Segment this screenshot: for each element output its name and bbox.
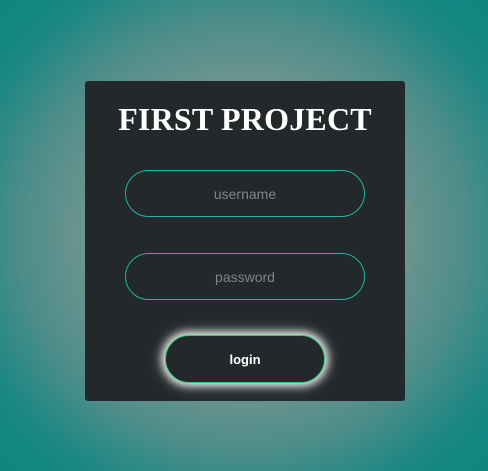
login-button[interactable]: login: [165, 335, 325, 383]
page-title: FIRST PROJECT: [118, 101, 372, 137]
password-input[interactable]: [125, 253, 365, 300]
login-card: FIRST PROJECT login: [85, 81, 405, 401]
username-input[interactable]: [125, 170, 365, 217]
